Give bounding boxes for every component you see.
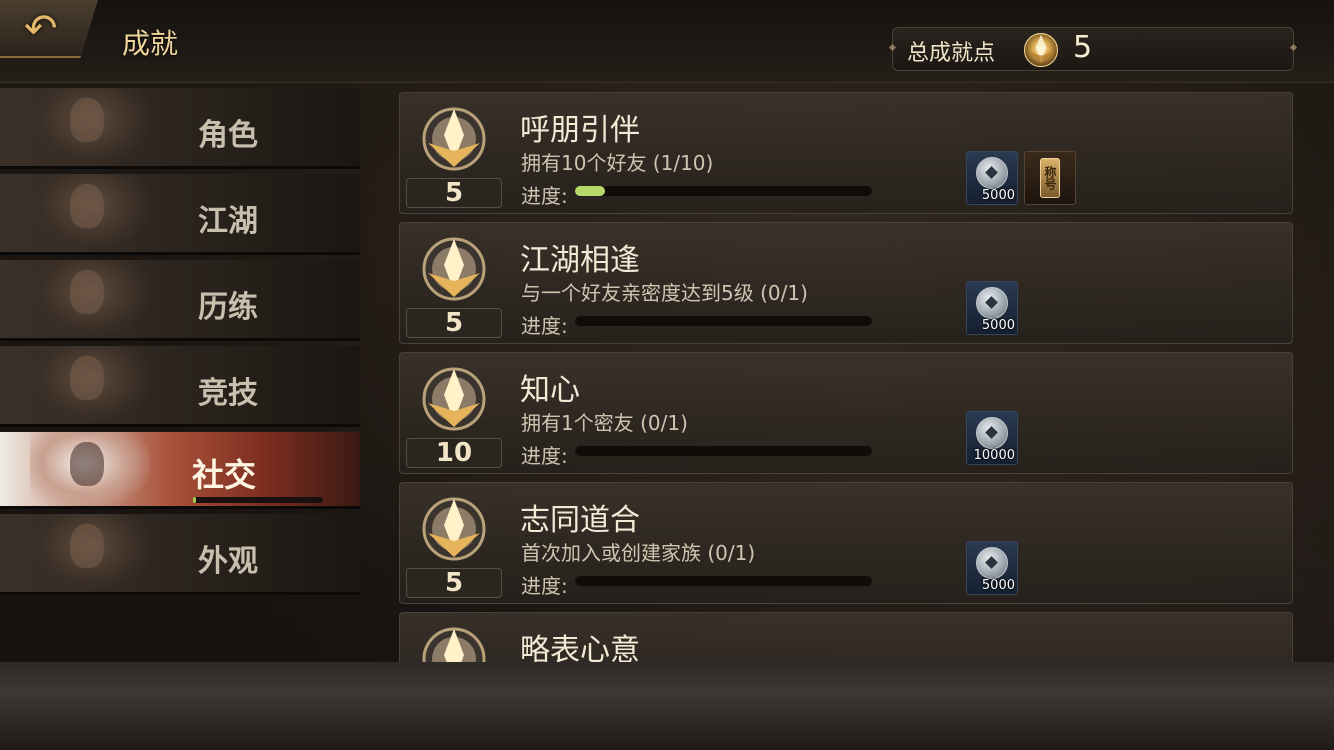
achievement-card: 5 呼朋引伴 拥有10个好友 (1/10) 进度: 5000 称号 bbox=[399, 92, 1293, 214]
character-portrait bbox=[30, 174, 150, 252]
copper-coin-icon bbox=[976, 157, 1008, 189]
reward-amount: 10000 bbox=[973, 448, 1015, 463]
reward-amount: 5000 bbox=[981, 578, 1015, 593]
achievement-description: 拥有10个好友 (1/10) bbox=[521, 151, 714, 175]
achievement-points: 5 bbox=[406, 308, 502, 338]
total-points-value: 5 bbox=[1073, 30, 1093, 65]
progress-bar bbox=[575, 316, 872, 326]
achievement-medal-icon bbox=[422, 367, 486, 431]
tab-label: 外观 bbox=[198, 544, 258, 579]
progress-bar bbox=[575, 576, 872, 586]
achievement-description: 与一个好友亲密度达到5级 (0/1) bbox=[521, 281, 808, 305]
tab-jianghu[interactable]: 江湖 bbox=[0, 174, 360, 255]
achievement-card: 略表心意 bbox=[399, 612, 1293, 662]
achievement-card: 5 江湖相逢 与一个好友亲密度达到5级 (0/1) 进度: 5000 bbox=[399, 222, 1293, 344]
achievement-medal-icon bbox=[422, 107, 486, 171]
total-points-label: 总成就点 bbox=[907, 41, 996, 66]
copper-coin-icon bbox=[976, 287, 1008, 319]
title-plaque-icon: 称号 bbox=[1040, 158, 1060, 198]
achievement-card: 5 志同道合 首次加入或创建家族 (0/1) 进度: 5000 bbox=[399, 482, 1293, 604]
tab-label: 江湖 bbox=[198, 204, 258, 239]
achievement-description: 拥有1个密友 (0/1) bbox=[521, 411, 688, 435]
category-sidebar: 角色 江湖 历练 竞技 社交 外观 bbox=[0, 88, 380, 600]
tab-label: 历练 bbox=[198, 290, 258, 325]
character-portrait bbox=[30, 432, 150, 506]
achievement-card: 10 知心 拥有1个密友 (0/1) 进度: 10000 bbox=[399, 352, 1293, 474]
back-button[interactable]: ↶ bbox=[0, 0, 98, 58]
character-portrait bbox=[30, 260, 150, 338]
achievement-points: 5 bbox=[406, 178, 502, 208]
tab-appearance[interactable]: 外观 bbox=[0, 514, 360, 595]
tab-label: 角色 bbox=[198, 118, 258, 153]
tab-label: 竞技 bbox=[198, 376, 258, 411]
character-portrait bbox=[30, 88, 150, 166]
achievement-title: 江湖相逢 bbox=[520, 243, 640, 278]
achievement-description: 首次加入或创建家族 (0/1) bbox=[521, 541, 756, 565]
reward-title-item[interactable]: 称号 bbox=[1024, 151, 1076, 205]
decor-dot bbox=[888, 43, 897, 52]
achievement-title: 志同道合 bbox=[520, 503, 640, 538]
achievement-list[interactable]: 5 呼朋引伴 拥有10个好友 (1/10) 进度: 5000 称号 5 江湖相逢… bbox=[399, 92, 1293, 662]
achievement-medal-icon bbox=[422, 627, 486, 662]
achievement-points: 5 bbox=[406, 568, 502, 598]
achievement-medal-icon bbox=[422, 237, 486, 301]
copper-coin-icon bbox=[976, 547, 1008, 579]
tab-role[interactable]: 角色 bbox=[0, 88, 360, 169]
achievement-title: 知心 bbox=[520, 373, 580, 408]
copper-coin-icon bbox=[976, 417, 1008, 449]
reward-amount: 5000 bbox=[981, 188, 1015, 203]
progress-label: 进度: bbox=[521, 574, 568, 598]
progress-label: 进度: bbox=[521, 314, 568, 338]
achievement-medal-icon bbox=[422, 497, 486, 561]
reward-coin-item[interactable]: 10000 bbox=[966, 411, 1018, 465]
reward-coin-item[interactable]: 5000 bbox=[966, 151, 1018, 205]
bottom-mist-overlay bbox=[0, 662, 1334, 750]
progress-fill bbox=[575, 186, 605, 196]
tab-social[interactable]: 社交 bbox=[0, 432, 360, 509]
progress-bar bbox=[575, 186, 872, 196]
achievement-points: 10 bbox=[406, 438, 502, 468]
back-arrow-icon: ↶ bbox=[24, 6, 58, 52]
reward-amount: 5000 bbox=[981, 318, 1015, 333]
tab-progress-bar bbox=[193, 497, 323, 503]
tab-arena[interactable]: 竞技 bbox=[0, 346, 360, 427]
tab-training[interactable]: 历练 bbox=[0, 260, 360, 341]
reward-coin-item[interactable]: 5000 bbox=[966, 541, 1018, 595]
top-bar: ↶ 成就 总成就点 5 bbox=[0, 0, 1334, 83]
progress-label: 进度: bbox=[521, 444, 568, 468]
character-portrait bbox=[30, 514, 150, 592]
achievement-title: 略表心意 bbox=[520, 633, 640, 662]
reward-coin-item[interactable]: 5000 bbox=[966, 281, 1018, 335]
achievement-title: 呼朋引伴 bbox=[520, 113, 640, 148]
character-portrait bbox=[30, 346, 150, 424]
progress-bar bbox=[575, 446, 872, 456]
total-points-panel: 总成就点 5 bbox=[888, 27, 1298, 71]
decor-dot bbox=[1289, 43, 1298, 52]
tab-progress-fill bbox=[193, 497, 196, 503]
achievement-medal-icon bbox=[1023, 33, 1059, 68]
page-title: 成就 bbox=[122, 27, 179, 60]
progress-label: 进度: bbox=[521, 184, 568, 208]
tab-label: 社交 bbox=[192, 456, 257, 494]
